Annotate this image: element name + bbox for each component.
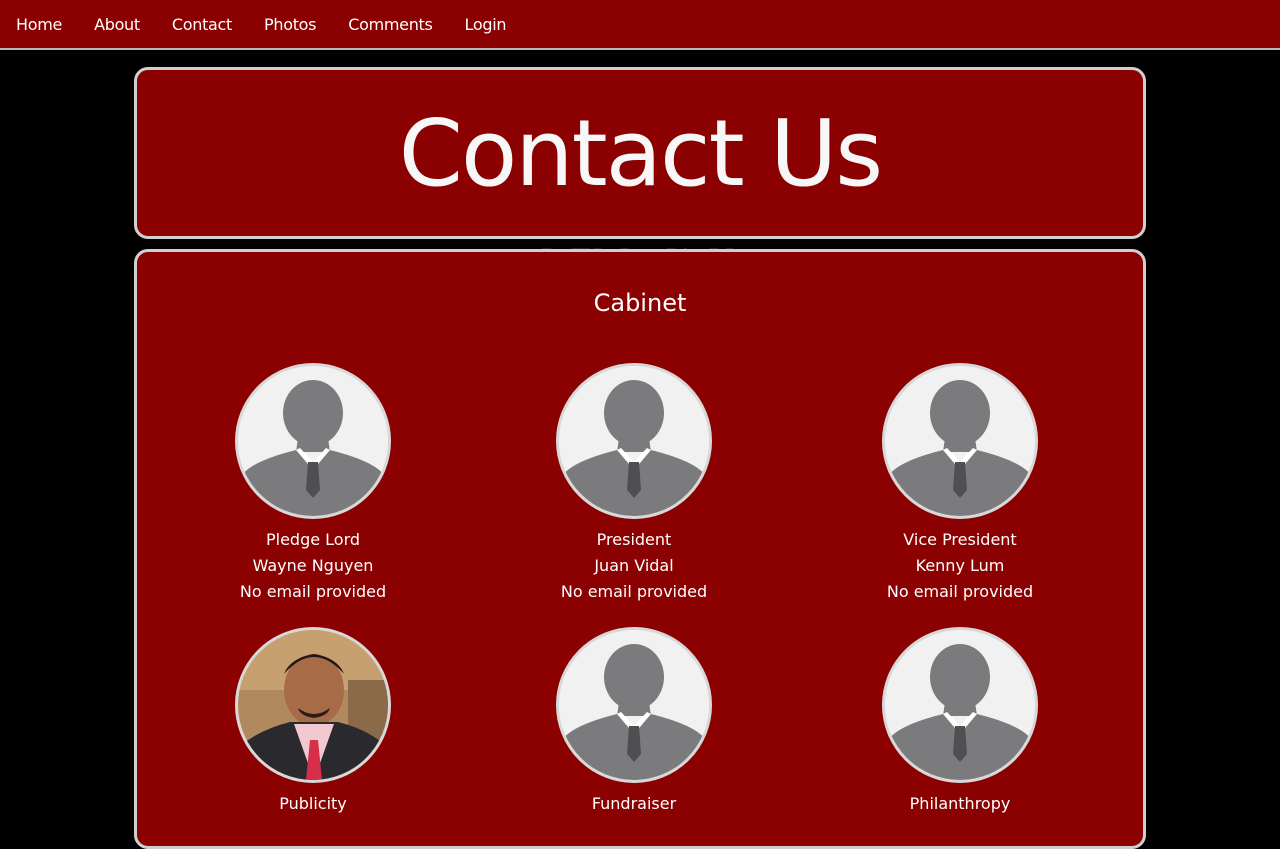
- nav-comments-link[interactable]: Comments: [348, 15, 433, 34]
- person-silhouette-icon: [559, 366, 709, 516]
- avatar: [882, 627, 1038, 783]
- person-silhouette-icon: [885, 630, 1035, 780]
- member-role: Publicity: [279, 794, 347, 813]
- title-card: Contact Us: [134, 67, 1146, 239]
- nav-about-link[interactable]: About: [94, 15, 140, 34]
- avatar: [556, 363, 712, 519]
- member-email: No email provided: [560, 582, 708, 601]
- nav-home-link[interactable]: Home: [16, 15, 62, 34]
- person-silhouette-icon: [559, 630, 709, 780]
- avatar: [556, 627, 712, 783]
- member-role: Pledge Lord: [265, 530, 361, 549]
- member-name: Kenny Lum: [915, 556, 1005, 575]
- member-card-president: President Juan Vidal No email provided: [504, 363, 764, 605]
- member-email: No email provided: [239, 582, 387, 601]
- nav-contact-link[interactable]: Contact: [172, 15, 232, 34]
- avatar: [235, 627, 391, 783]
- avatar: [882, 363, 1038, 519]
- avatar: [235, 363, 391, 519]
- nav-login-link[interactable]: Login: [465, 15, 507, 34]
- cabinet-heading: Cabinet: [593, 289, 687, 317]
- member-card-publicity: Publicity: [183, 627, 443, 817]
- member-card-philanthropy: Philanthropy: [830, 627, 1090, 817]
- member-name: Juan Vidal: [594, 556, 674, 575]
- cabinet-card: Cabinet Pledge Lord Wayne Nguyen No emai…: [134, 249, 1146, 849]
- person-silhouette-icon: [885, 366, 1035, 516]
- member-name: Wayne Nguyen: [252, 556, 374, 575]
- nav-menu: Home About Contact Photos Comments Login: [0, 0, 1280, 48]
- member-role: Vice President: [903, 530, 1017, 549]
- page-title: Contact Us: [398, 99, 883, 207]
- member-role: Philanthropy: [909, 794, 1011, 813]
- member-role: President: [596, 530, 672, 549]
- top-navbar: Home About Contact Photos Comments Login: [0, 0, 1280, 50]
- member-email: No email provided: [886, 582, 1034, 601]
- member-role: Fundraiser: [591, 794, 677, 813]
- member-photo-icon: [238, 630, 388, 780]
- member-card-fundraiser: Fundraiser: [504, 627, 764, 817]
- member-card-vice-president: Vice President Kenny Lum No email provid…: [830, 363, 1090, 605]
- person-silhouette-icon: [238, 366, 388, 516]
- nav-photos-link[interactable]: Photos: [264, 15, 316, 34]
- member-card-pledge-lord: Pledge Lord Wayne Nguyen No email provid…: [183, 363, 443, 605]
